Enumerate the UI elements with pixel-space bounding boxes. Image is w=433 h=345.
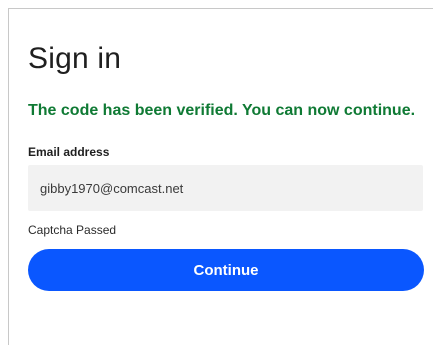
email-label: Email address: [28, 145, 110, 159]
page-title: Sign in: [28, 42, 122, 75]
captcha-status: Captcha Passed: [28, 223, 117, 237]
verification-success-message: The code has been verified. You can now …: [28, 102, 416, 119]
email-field[interactable]: [28, 165, 423, 211]
sign-in-panel: Sign in The code has been verified. You …: [8, 8, 433, 345]
continue-button[interactable]: Continue: [28, 249, 424, 291]
